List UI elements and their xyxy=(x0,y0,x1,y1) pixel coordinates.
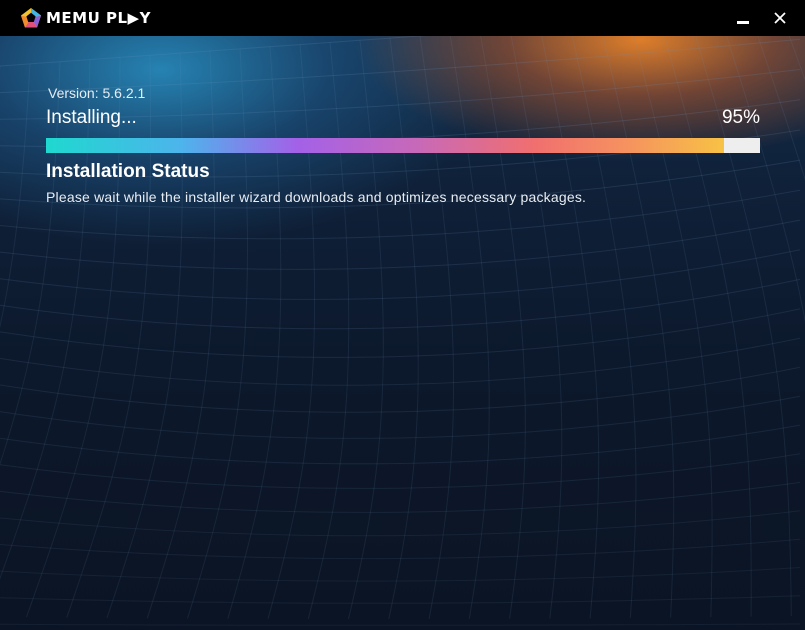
close-icon xyxy=(774,12,786,24)
minimize-icon xyxy=(737,20,749,24)
memu-pentagon-logo-icon xyxy=(21,8,41,28)
close-button[interactable] xyxy=(762,0,798,36)
status-row: Installing... 95% xyxy=(46,105,760,131)
progress-bar xyxy=(46,138,760,153)
section-description: Please wait while the installer wizard d… xyxy=(46,189,587,205)
brand-name: MEMU PL▶Y xyxy=(46,9,151,27)
version-label: Version: 5.6.2.1 xyxy=(48,85,146,101)
memu-logo: MEMU PL▶Y xyxy=(20,7,151,29)
progress-bar-fill xyxy=(46,138,724,153)
installer-window: MEMU PL▶Y Version: 5.6.2.1 Installing...… xyxy=(0,0,805,630)
install-panel: Version: 5.6.2.1 Installing... 95% Insta… xyxy=(46,84,760,206)
title-bar[interactable]: MEMU PL▶Y xyxy=(0,0,805,36)
install-status-text: Installing... xyxy=(46,107,137,128)
progress-percent: 95% xyxy=(721,107,760,128)
minimize-button[interactable] xyxy=(725,0,761,36)
section-title: Installation Status xyxy=(46,161,210,182)
